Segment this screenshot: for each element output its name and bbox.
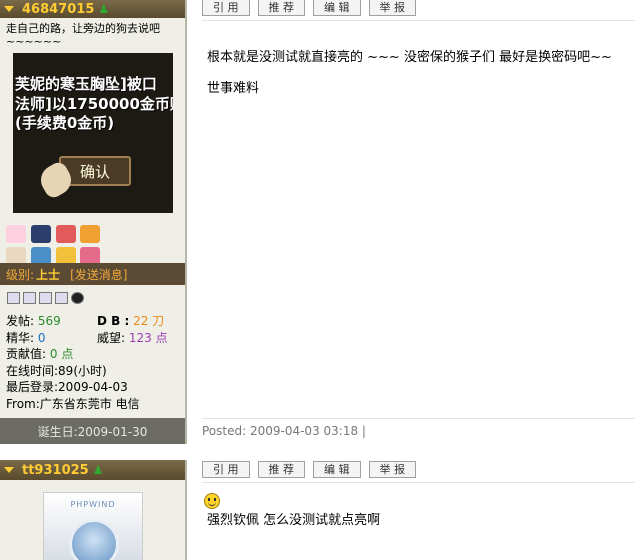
recommend-button[interactable]: 推 荐 [257, 461, 305, 478]
db-label: D B : [97, 314, 130, 328]
dropdown-arrow-icon[interactable] [4, 467, 14, 473]
birthday-bar: 诞生日:2009-01-30 [0, 418, 185, 444]
post-separator [0, 444, 635, 460]
online-status-icon: ♟ [98, 2, 110, 16]
toolbar-divider [202, 20, 635, 21]
post1-username[interactable]: 46847015 [22, 2, 94, 17]
posts-icon[interactable] [23, 292, 36, 304]
quote-button[interactable]: 引 用 [202, 0, 250, 16]
medals-area [6, 224, 116, 268]
post1-username-bar[interactable]: 46847015 ♟ [0, 0, 185, 18]
post2-text-line1: 强烈钦佩 怎么没测试就点亮啊 [207, 513, 381, 528]
edit-button[interactable]: 编 辑 [313, 0, 361, 16]
last-login: 最后登录:2009-04-03 [6, 380, 128, 394]
avatar-text-line: 芙妮的寒玉胸坠]被口 [15, 75, 157, 93]
email-icon[interactable] [55, 292, 68, 304]
prestige-label: 威望: [97, 330, 126, 345]
contribution-value: 0 点 [49, 347, 74, 361]
post1-user-signature: 走自己的路，让旁边的狗去说吧~~~~~~ [6, 22, 160, 48]
shirt-medal-icon [30, 225, 51, 243]
edit-button[interactable]: 编 辑 [313, 461, 361, 478]
rank-bar: 级别: 上士 [发送消息] [0, 263, 185, 285]
report-button[interactable]: 举 报 [368, 461, 416, 478]
send-message-link[interactable]: [发送消息] [70, 266, 127, 283]
contribution-label: 贡献值: [6, 347, 47, 361]
post1-user-sidebar: 46847015 ♟ 走自己的路，让旁边的狗去说吧~~~~~~ 芙妮的寒玉胸坠]… [0, 0, 187, 444]
essence-value: 0 [37, 330, 46, 345]
post1-text-line1: 根本就是没测试就直接亮的 ~~~ 没密保的猴子们 最好是换密码吧~~ [207, 50, 612, 65]
post2-user-sidebar: tt931025 ♟ PHPWIND [0, 460, 187, 560]
essence-label: 精华: [6, 330, 35, 345]
user-action-icons [7, 292, 84, 304]
dropdown-arrow-icon[interactable] [4, 6, 14, 12]
online-time: 在线时间:89(小时) [6, 363, 107, 378]
post1-text-line2: 世事难料 [207, 81, 260, 96]
post2-toolbar: 引 用 推 荐 编 辑 举 报 [202, 461, 416, 478]
online-status-icon: ♟ [92, 463, 104, 477]
rank-value: 上士 [36, 267, 61, 282]
post2-avatar-image: PHPWIND [43, 492, 143, 560]
avatar-text-line: 法师]以1750000金币购 [15, 95, 173, 113]
report-button[interactable]: 举 报 [368, 0, 416, 16]
bow-medal-icon [6, 225, 26, 243]
smiley-emoticon-icon [204, 493, 220, 509]
qq-icon[interactable] [71, 292, 84, 304]
posts-label: 发帖: [6, 314, 35, 328]
user-stats: 发帖: 569 D B : 22 刀 精华: 0 威望: 123 点 贡献值: … [6, 313, 168, 412]
post1-content: 引 用 推 荐 编 辑 举 报 根本就是没测试就直接亮的 ~~~ 没密保的猴子们… [189, 0, 635, 444]
avatar-text-line: (手续费0金币) [15, 114, 115, 132]
recommend-button[interactable]: 推 荐 [257, 0, 305, 16]
post1-timestamp: Posted: 2009-04-03 03:18 | [202, 424, 366, 438]
prestige-value: 123 点 [128, 330, 168, 345]
ribbon-medal-icon [80, 225, 101, 243]
post2-username-bar[interactable]: tt931025 ♟ [0, 460, 185, 480]
db-value: 22 刀 [133, 314, 165, 328]
footer-divider [202, 418, 635, 419]
post1-toolbar: 引 用 推 荐 编 辑 举 报 [202, 0, 416, 16]
posts-value: 569 [37, 314, 61, 328]
add-friend-icon[interactable] [39, 292, 52, 304]
user-location: From:广东省东莞市 电信 [6, 396, 140, 411]
star-badge-medal-icon [55, 225, 76, 243]
post1-avatar-image: 芙妮的寒玉胸坠]被口 法师]以1750000金币购 (手续费0金币) 确认 [13, 53, 173, 213]
quote-button[interactable]: 引 用 [202, 461, 250, 478]
post2-content: 引 用 推 荐 编 辑 举 报 强烈钦佩 怎么没测试就点亮啊 [189, 460, 635, 560]
avatar-circle-graphic [69, 519, 119, 560]
phpwind-logo: PHPWIND [70, 500, 116, 509]
post2-username[interactable]: tt931025 [22, 463, 89, 478]
toolbar-divider [202, 482, 635, 483]
profile-icon[interactable] [7, 292, 20, 304]
rank-label: 级别: [6, 267, 35, 282]
